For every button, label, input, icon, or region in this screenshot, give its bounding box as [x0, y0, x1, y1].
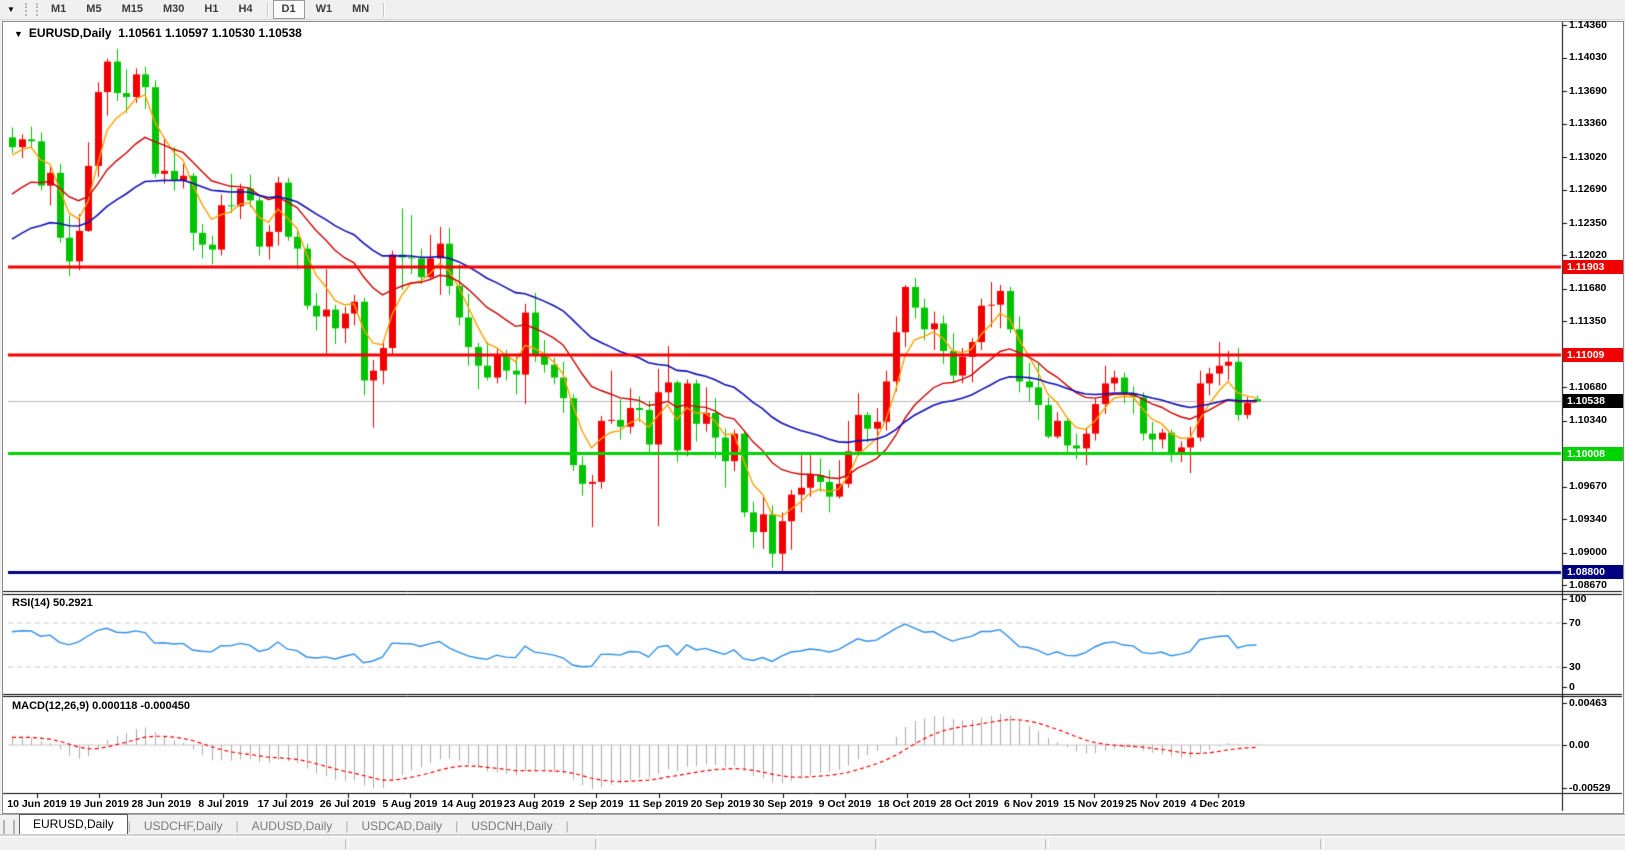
date-axis-label: 8 Jul 2019 — [198, 798, 248, 810]
toolbar-separator — [383, 3, 384, 17]
price-axis-tick: 1.10680 — [1569, 381, 1607, 393]
price-axis-tick: 1.13690 — [1569, 85, 1607, 97]
timeframe-toolbar: ▼ M1M5M15M30H1H4 D1W1MN — [0, 0, 1625, 20]
price-axis-tick: 1.12690 — [1569, 183, 1607, 195]
tab-scroll-grip[interactable] — [3, 820, 15, 834]
timeframe-button-m1[interactable]: M1 — [42, 0, 75, 19]
price-axis-tick: 1.08670 — [1569, 579, 1607, 591]
price-badge: 1.08800 — [1563, 565, 1623, 579]
toolbar-separator — [267, 3, 268, 17]
tab-separator: | — [566, 817, 569, 836]
timeframe-button-m30[interactable]: M30 — [154, 0, 193, 19]
price-axis-tick: 1.09340 — [1569, 513, 1607, 525]
date-axis-label: 15 Nov 2019 — [1063, 798, 1124, 810]
date-axis-label: 28 Jun 2019 — [132, 798, 192, 810]
price-axis-tick: 1.10340 — [1569, 414, 1607, 426]
timeframe-button-h4[interactable]: H4 — [229, 0, 261, 19]
timeframe-button-m5[interactable]: M5 — [77, 0, 110, 19]
price-axis-tick: 1.11350 — [1569, 315, 1606, 327]
status-separator — [1045, 839, 1049, 849]
tab-eurusd[interactable]: EURUSD,Daily — [19, 814, 128, 836]
symbol-period-label: EURUSD,Daily — [29, 26, 112, 40]
date-axis-label: 10 Jun 2019 — [7, 798, 67, 810]
status-separator — [1320, 839, 1324, 849]
collapse-icon[interactable]: ▼ — [14, 29, 23, 39]
macd-axis-tick: 0.00 — [1569, 739, 1589, 751]
symbol-tabbar: EURUSD,Daily|USDCHF,Daily|AUDUSD,Daily|U… — [0, 814, 1625, 836]
ohlc-values: 1.10561 1.10597 1.10530 1.10538 — [118, 26, 302, 40]
macd-label: MACD(12,26,9) 0.000118 -0.000450 — [12, 700, 190, 712]
price-badge: 1.10538 — [1563, 394, 1623, 408]
tab-usdcnh[interactable]: USDCNH,Daily — [458, 817, 565, 836]
price-axis-tick: 1.14030 — [1569, 51, 1607, 63]
price-axis-tick: 1.13360 — [1569, 117, 1607, 129]
macd-axis-tick: -0.00529 — [1569, 782, 1610, 794]
price-axis-tick: 1.12350 — [1569, 217, 1607, 229]
toolbar-grip[interactable] — [25, 3, 38, 16]
price-axis-tick: 1.09670 — [1569, 480, 1607, 492]
date-axis-label: 5 Aug 2019 — [382, 798, 437, 810]
rsi-axis-tick: 30 — [1569, 661, 1581, 673]
date-axis-label: 30 Sep 2019 — [753, 798, 813, 810]
date-axis-label: 18 Oct 2019 — [878, 798, 936, 810]
date-axis-label: 11 Sep 2019 — [629, 798, 689, 810]
date-axis-label: 4 Dec 2019 — [1191, 798, 1245, 810]
date-axis-label: 17 Jul 2019 — [258, 798, 314, 810]
date-axis-label: 20 Sep 2019 — [691, 798, 751, 810]
status-separator — [875, 839, 879, 849]
tab-usdchf[interactable]: USDCHF,Daily — [131, 817, 236, 836]
date-axis-label: 9 Oct 2019 — [819, 798, 872, 810]
price-axis-tick: 1.11680 — [1569, 282, 1606, 294]
macd-axis-tick: 0.00463 — [1569, 697, 1607, 709]
date-axis-label: 19 Jun 2019 — [69, 798, 129, 810]
timeframe-button-mn[interactable]: MN — [343, 0, 378, 19]
date-axis-label: 2 Sep 2019 — [569, 798, 623, 810]
rsi-axis-tick: 70 — [1569, 617, 1581, 629]
date-axis-label: 26 Jul 2019 — [320, 798, 376, 810]
date-axis-label: 28 Oct 2019 — [940, 798, 998, 810]
rsi-axis-tick: 0 — [1569, 681, 1575, 693]
price-axis-tick: 1.09000 — [1569, 546, 1607, 558]
date-axis-label: 25 Nov 2019 — [1125, 798, 1186, 810]
status-bar — [0, 836, 1625, 850]
rsi-label: RSI(14) 50.2921 — [12, 597, 93, 609]
price-axis-tick: 1.14360 — [1569, 19, 1607, 31]
status-separator — [595, 839, 599, 849]
tab-usdcad[interactable]: USDCAD,Daily — [348, 817, 455, 836]
timeframe-button-w1[interactable]: W1 — [307, 0, 342, 19]
rsi-axis-tick: 100 — [1569, 593, 1587, 605]
price-badge: 1.11009 — [1563, 348, 1623, 362]
status-separator — [345, 839, 349, 849]
price-badge: 1.10008 — [1563, 447, 1623, 461]
timeframe-button-d1[interactable]: D1 — [273, 0, 305, 19]
timeframe-button-h1[interactable]: H1 — [195, 0, 227, 19]
tab-audusd[interactable]: AUDUSD,Daily — [239, 817, 346, 836]
date-axis-label: 23 Aug 2019 — [504, 798, 565, 810]
price-badge: 1.11903 — [1563, 260, 1623, 274]
timeframe-button-m15[interactable]: M15 — [113, 0, 152, 19]
chart-title: ▼ EURUSD,Daily 1.10561 1.10597 1.10530 1.… — [14, 26, 306, 40]
date-axis-label: 14 Aug 2019 — [442, 798, 503, 810]
price-axis-tick: 1.13020 — [1569, 151, 1607, 163]
price-chart-canvas[interactable] — [0, 0, 1625, 849]
date-axis-label: 6 Nov 2019 — [1004, 798, 1059, 810]
chart-dropdown-icon[interactable]: ▼ — [0, 1, 22, 18]
